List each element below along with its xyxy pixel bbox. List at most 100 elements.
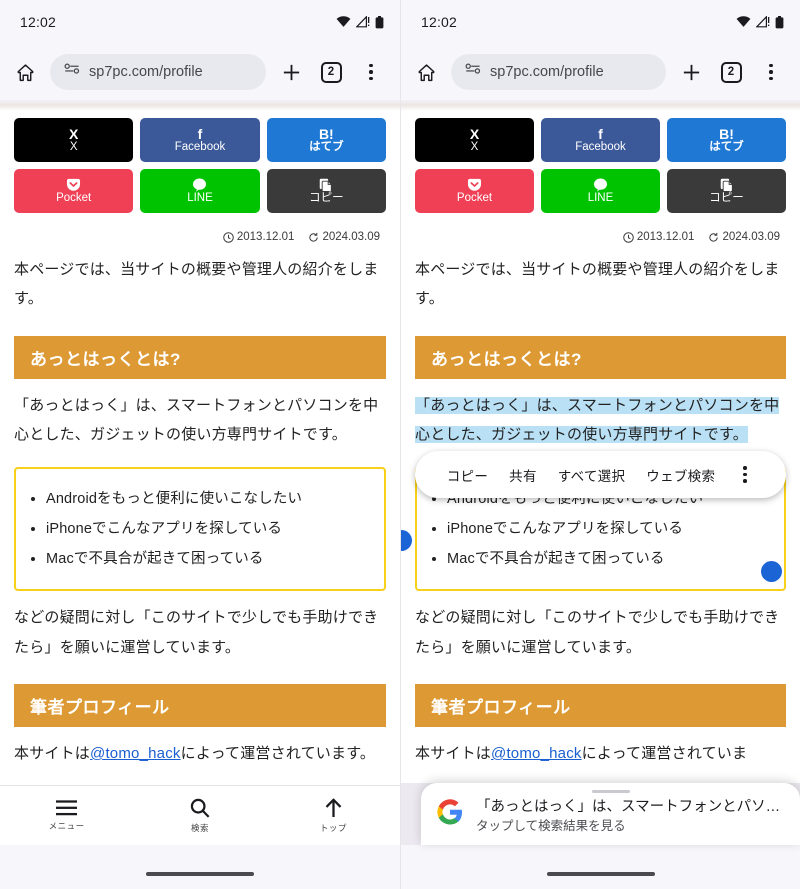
published-date: 2013.12.01 — [223, 231, 295, 243]
battery-icon — [375, 15, 384, 29]
share-label: コピー — [309, 192, 344, 205]
status-clock: 12:02 — [421, 14, 458, 30]
updated-date: 2024.03.09 — [308, 231, 380, 243]
gesture-bar[interactable] — [0, 845, 400, 889]
signal-icon — [756, 16, 770, 28]
paragraph-3-tail: す。 — [346, 744, 376, 762]
paragraph-3-before: 本サイトは — [14, 744, 91, 762]
share-button-line[interactable]: LINE — [140, 169, 260, 213]
overflow-menu-icon[interactable] — [756, 57, 786, 87]
hamburger-icon — [56, 799, 78, 815]
text-selection-toolbar: コピー 共有 すべて選択 ウェブ検索 — [415, 451, 786, 498]
home-icon[interactable] — [411, 57, 441, 87]
phone-screen-right: 12:02 sp7pc.com/profile 2 X X f Facebook… — [400, 0, 800, 889]
list-item: iPhoneでこんなアプリを探している — [46, 514, 370, 544]
section-heading-1: あっとはっくとは? — [415, 335, 786, 379]
highlight-list-box: Androidをもっと便利に使いこなしたい iPhoneでこんなアプリを探してい… — [14, 467, 386, 592]
x-icon: X — [68, 125, 79, 142]
google-search-sheet[interactable]: 「あっとはっく」は、スマートフォンとパソ… タップして検索結果を見る — [421, 783, 800, 845]
line-icon — [593, 177, 608, 192]
tab-count: 2 — [320, 61, 342, 83]
sheet-grab-handle[interactable] — [591, 790, 630, 794]
article-meta: 2013.12.01 2024.03.09 — [415, 231, 786, 243]
share-button-hatena[interactable]: B! はてブ — [266, 118, 386, 162]
selection-action-copy[interactable]: コピー — [447, 465, 488, 485]
share-button-pocket[interactable]: Pocket — [14, 169, 134, 213]
published-date: 2013.12.01 — [623, 231, 694, 243]
gesture-bar[interactable] — [401, 845, 800, 889]
address-bar[interactable]: sp7pc.com/profile — [451, 54, 666, 90]
address-bar-url: sp7pc.com/profile — [89, 64, 203, 80]
list-item: Macで不具合が起きて困っている — [46, 544, 370, 574]
google-g-icon — [437, 798, 463, 830]
update-icon — [709, 232, 719, 242]
published-date-text: 2013.12.01 — [236, 231, 295, 243]
dual-screenshot-stage: 12:02 sp7pc.com/profile 2 X X f Facebook… — [0, 0, 800, 889]
share-label: はてブ — [309, 141, 344, 154]
address-bar[interactable]: sp7pc.com/profile — [50, 54, 266, 90]
status-bar: 12:02 — [401, 0, 800, 44]
bottom-nav-top[interactable]: トップ — [267, 798, 400, 834]
page-content-left: X X f Facebook B! はてブ Pocket LINE コピー 20… — [0, 100, 400, 889]
wifi-icon — [336, 16, 351, 28]
share-label: Pocket — [456, 192, 493, 205]
share-button-hatena[interactable]: B! はてブ — [667, 118, 786, 162]
tab-switcher-button[interactable]: 2 — [316, 57, 346, 87]
overflow-menu-icon[interactable] — [736, 460, 754, 490]
article-paragraph-3: 本サイトは@tomo_hackによって運営されていま — [415, 739, 786, 768]
share-button-copy[interactable]: コピー — [667, 169, 786, 213]
bottom-nav-search[interactable]: 検索 — [133, 798, 266, 834]
site-bottom-nav: メニュー 検索 トップ — [0, 785, 400, 845]
article-paragraph-1-selected[interactable]: 「あっとはっく」は、スマートフォンとパソコンを中心とした、ガジェットの使い方専門… — [415, 391, 786, 450]
signal-icon — [356, 16, 370, 28]
selection-action-select-all[interactable]: すべて選択 — [558, 465, 626, 485]
article-meta: 2013.12.01 2024.03.09 — [14, 231, 386, 243]
share-button-copy[interactable]: コピー — [266, 169, 386, 213]
profile-link[interactable]: @tomo_hack — [90, 745, 181, 762]
list-item: Androidをもっと便利に使いこなしたい — [46, 484, 370, 514]
list-item: Macで不具合が起きて困っている — [447, 544, 770, 574]
tab-count: 2 — [720, 61, 742, 83]
share-label: はてブ — [709, 141, 744, 154]
overflow-menu-icon[interactable] — [356, 57, 386, 87]
wifi-icon — [736, 16, 751, 28]
share-button-x[interactable]: X X — [415, 118, 534, 162]
site-info-icon[interactable] — [465, 63, 481, 82]
clock-icon — [623, 231, 634, 243]
page-content-right: X X f Facebook B! はてブ Pocket LINE コピー 20… — [401, 100, 800, 889]
update-icon — [309, 232, 319, 242]
selection-action-web-search[interactable]: ウェブ検索 — [646, 465, 715, 485]
address-bar-url: sp7pc.com/profile — [490, 64, 604, 80]
selection-action-share[interactable]: 共有 — [509, 465, 537, 485]
selection-handle-end[interactable] — [761, 561, 782, 582]
bottom-nav-menu[interactable]: メニュー — [0, 799, 133, 832]
line-icon — [192, 177, 207, 192]
share-label: X — [69, 141, 78, 154]
updated-date-text: 2024.03.09 — [322, 231, 380, 243]
selection-handle-start[interactable] — [401, 530, 412, 551]
arrow-up-icon — [325, 798, 342, 817]
new-tab-button[interactable] — [676, 57, 706, 87]
selected-text: 「あっとはっく」は、スマートフォンとパソコンを中心とした、ガジェットの使い方専門… — [415, 396, 780, 443]
share-button-x[interactable]: X X — [14, 118, 134, 162]
share-button-facebook[interactable]: f Facebook — [140, 118, 260, 162]
updated-date: 2024.03.09 — [708, 231, 780, 243]
article-intro: 本ページでは、当サイトの概要や管理人の紹介をします。 — [14, 261, 379, 308]
tab-switcher-button[interactable]: 2 — [716, 57, 746, 87]
paragraph-3-before: 本サイトは — [415, 744, 492, 762]
browser-toolbar: sp7pc.com/profile 2 — [0, 44, 400, 100]
share-button-grid: X X f Facebook B! はてブ Pocket LINE コピー — [415, 118, 786, 213]
search-subtitle: タップして検索結果を見る — [476, 819, 626, 834]
home-icon[interactable] — [10, 57, 40, 87]
site-info-icon[interactable] — [64, 63, 80, 82]
article-paragraph-2: などの疑問に対し「このサイトで少しでも手助けできたら」を願いに運営しています。 — [14, 609, 379, 656]
hatena-icon: B! — [318, 125, 334, 142]
profile-link[interactable]: @tomo_hack — [491, 745, 582, 762]
new-tab-button[interactable] — [276, 57, 306, 87]
bottom-nav-label: 検索 — [190, 822, 209, 833]
x-icon: X — [469, 125, 480, 142]
share-button-line[interactable]: LINE — [541, 169, 660, 213]
share-label: X — [470, 141, 479, 154]
share-button-pocket[interactable]: Pocket — [415, 169, 534, 213]
share-button-facebook[interactable]: f Facebook — [541, 118, 660, 162]
